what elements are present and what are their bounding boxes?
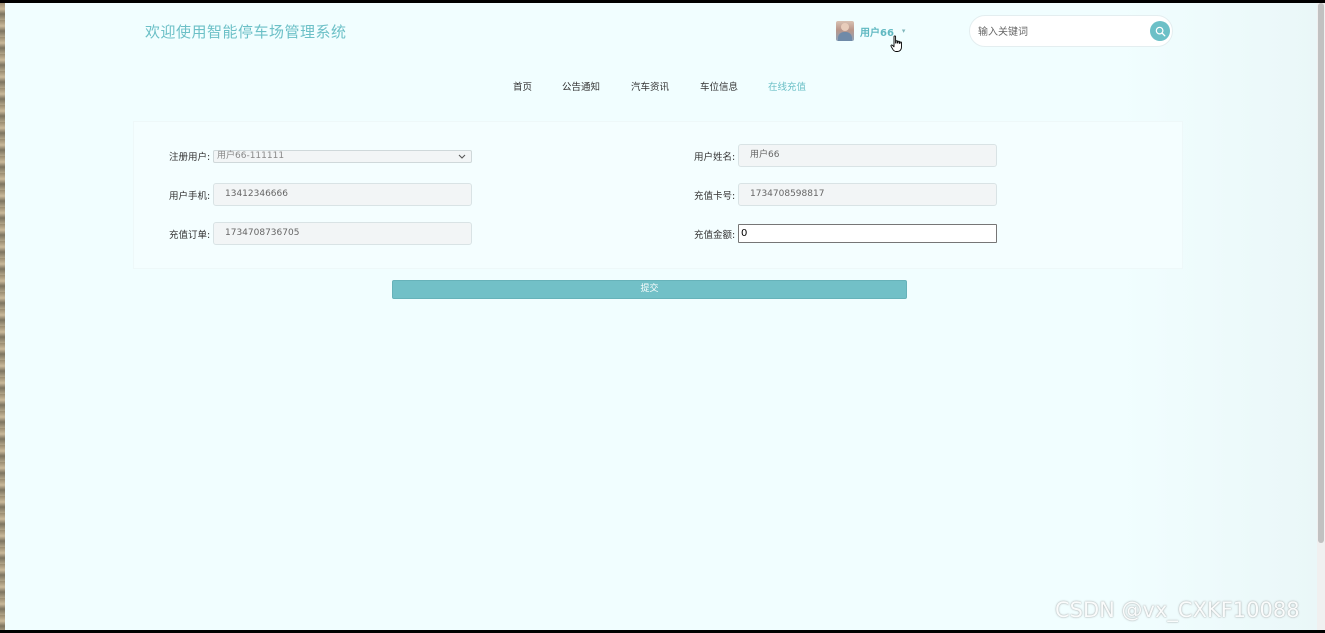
watermark: CSDN @vx_CXKF10088 — [1055, 598, 1300, 622]
search-button[interactable] — [1150, 21, 1170, 41]
username[interactable]: 用户66 — [860, 24, 894, 39]
search-icon — [1155, 26, 1165, 36]
registered-user-label: 注册用户: — [169, 152, 211, 163]
order-number-label: 充值订单: — [169, 230, 211, 241]
user-avatar[interactable] — [836, 21, 854, 41]
nav-item-home[interactable]: 首页 — [513, 79, 532, 93]
chevron-down-icon — [458, 154, 466, 159]
search-input[interactable] — [978, 24, 1138, 40]
card-number-field[interactable]: 1734708598817 — [738, 183, 997, 206]
page: 欢迎使用智能停车场管理系统 用户66 ▾ 首页 公告通知 汽车资讯 车位信息 在… — [5, 3, 1317, 630]
recharge-form: 注册用户: 用户66-111111 用户姓名: 用户66 用户手机: 13412… — [133, 121, 1183, 269]
caret-down-icon[interactable]: ▾ — [902, 27, 906, 35]
amount-label: 充值金额: — [694, 230, 736, 241]
user-phone-field[interactable]: 13412346666 — [213, 183, 472, 206]
nav-item-announcements[interactable]: 公告通知 — [562, 79, 600, 93]
nav-item-parking-spaces[interactable]: 车位信息 — [700, 79, 738, 93]
user-name-field[interactable]: 用户66 — [738, 144, 997, 167]
amount-input[interactable]: 0 — [738, 224, 997, 243]
main-nav: 首页 公告通知 汽车资讯 车位信息 在线充值 — [5, 79, 1317, 95]
user-phone-label: 用户手机: — [169, 191, 211, 202]
search-box — [969, 15, 1173, 47]
registered-user-value: 用户66-111111 — [217, 151, 285, 161]
submit-button[interactable]: 提交 — [392, 280, 907, 299]
nav-item-car-news[interactable]: 汽车资讯 — [631, 79, 669, 93]
user-name-label: 用户姓名: — [694, 152, 736, 163]
nav-item-online-recharge[interactable]: 在线充值 — [768, 79, 806, 93]
registered-user-select[interactable]: 用户66-111111 — [213, 150, 472, 163]
site-title: 欢迎使用智能停车场管理系统 — [145, 23, 347, 41]
hand-cursor-icon — [890, 35, 902, 52]
vertical-scrollbar[interactable] — [1317, 3, 1325, 630]
scrollbar-thumb[interactable] — [1318, 3, 1324, 543]
card-number-label: 充值卡号: — [694, 191, 736, 202]
order-number-field[interactable]: 1734708736705 — [213, 222, 472, 245]
